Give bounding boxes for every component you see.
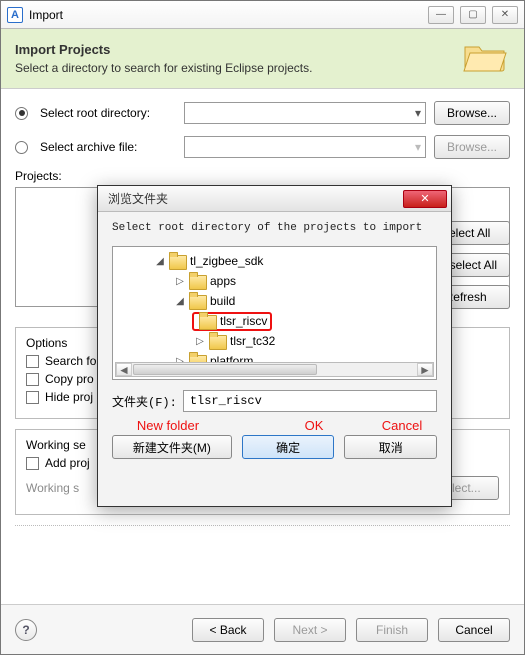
projects-label: Projects: [15,169,510,183]
back-button[interactable]: < Back [192,618,264,642]
tree-label: apps [210,274,236,288]
root-dir-row: Select root directory: ▾ Browse... [15,101,510,125]
tree-node-tc32[interactable]: ▷ tlsr_tc32 [115,331,434,351]
path-field[interactable]: tlsr_riscv [183,390,437,412]
path-row: 文件夹(F): tlsr_riscv [112,390,437,412]
folder-icon [189,295,205,308]
working-sets-legend: Working se [26,438,86,452]
expand-open-icon[interactable]: ◢ [155,256,165,267]
tree-label: build [210,294,235,308]
titlebar: A Import — ▢ ✕ [1,1,524,29]
browse-button-row: 新建文件夹(M) 确定 取消 [112,435,437,459]
search-nested-label: Search fo [45,354,96,368]
tree-label: tlsr_tc32 [230,334,275,348]
scroll-left-icon[interactable]: ◄ [116,363,132,376]
tree-node-sdk[interactable]: ◢ tl_zigbee_sdk [115,251,434,271]
annot-new-folder: New folder [118,418,218,433]
bottom-bar: ? < Back Next > Finish Cancel [1,604,524,654]
browse-cancel-button[interactable]: 取消 [344,435,437,459]
copy-projects-label: Copy pro [45,372,94,386]
root-dir-radio[interactable] [15,107,28,120]
app-icon: A [7,7,23,23]
expand-closed-icon[interactable]: ▷ [195,336,205,347]
hide-projects-checkbox[interactable] [26,391,39,404]
browse-folder-dialog: 浏览文件夹 ✕ Select root directory of the pro… [97,185,452,507]
tree-label: tlsr_riscv [220,314,267,328]
folder-icon [199,315,215,328]
horizontal-scrollbar[interactable]: ◄ ► [115,362,434,377]
expand-closed-icon[interactable]: ▷ [175,276,185,287]
finish-button: Finish [356,618,428,642]
scroll-track[interactable] [132,363,417,376]
help-button[interactable]: ? [15,619,37,641]
annot-ok: OK [279,418,349,433]
ws-faded-label: Working s [26,481,96,495]
ok-button[interactable]: 确定 [242,435,335,459]
browse-archive-button: Browse... [434,135,510,159]
tree-node-build[interactable]: ◢ build [115,291,434,311]
archive-radio[interactable] [15,141,28,154]
add-to-ws-checkbox[interactable] [26,457,39,470]
tree-label: tl_zigbee_sdk [190,254,263,268]
archive-label: Select archive file: [40,140,176,154]
new-folder-button[interactable]: 新建文件夹(M) [112,435,232,459]
tree-node-apps[interactable]: ▷ apps [115,271,434,291]
archive-row: Select archive file: ▾ Browse... [15,135,510,159]
browse-root-button[interactable]: Browse... [434,101,510,125]
folder-icon [189,275,205,288]
annot-cancel: Cancel [367,418,437,433]
cancel-button[interactable]: Cancel [438,618,510,642]
dropdown-icon[interactable]: ▾ [415,106,421,120]
browse-instruction: Select root directory of the projects to… [98,212,451,240]
window-title: Import [29,8,428,22]
dropdown-icon: ▾ [415,140,421,154]
folder-open-icon [462,39,510,78]
folder-icon [169,255,185,268]
tree-node-riscv[interactable]: tlsr_riscv [115,311,434,331]
options-legend: Options [26,336,67,350]
next-button: Next > [274,618,346,642]
minimize-button[interactable]: — [428,6,454,24]
divider [15,525,510,526]
banner-heading: Import Projects [15,42,462,57]
hide-projects-label: Hide proj [45,390,93,404]
maximize-button[interactable]: ▢ [460,6,486,24]
browse-titlebar: 浏览文件夹 ✕ [98,186,451,212]
root-dir-label: Select root directory: [40,106,176,120]
add-to-ws-label: Add proj [45,456,90,470]
scroll-right-icon[interactable]: ► [417,363,433,376]
expand-open-icon[interactable]: ◢ [175,296,185,307]
banner: Import Projects Select a directory to se… [1,29,524,89]
selected-node-highlight: tlsr_riscv [192,312,272,331]
path-label: 文件夹(F): [112,393,177,410]
window-controls: — ▢ ✕ [428,6,518,24]
scroll-thumb[interactable] [133,364,317,375]
root-dir-field[interactable]: ▾ [184,102,426,124]
archive-field[interactable]: ▾ [184,136,426,158]
banner-subheading: Select a directory to search for existin… [15,61,462,75]
copy-projects-checkbox[interactable] [26,373,39,386]
folder-tree[interactable]: ◢ tl_zigbee_sdk ▷ apps ◢ build tlsr_risc… [112,246,437,380]
search-nested-checkbox[interactable] [26,355,39,368]
folder-icon [209,335,225,348]
browse-title: 浏览文件夹 [108,190,403,207]
annotation-row: New folder OK Cancel [118,418,437,433]
browse-close-button[interactable]: ✕ [403,190,447,208]
close-button[interactable]: ✕ [492,6,518,24]
